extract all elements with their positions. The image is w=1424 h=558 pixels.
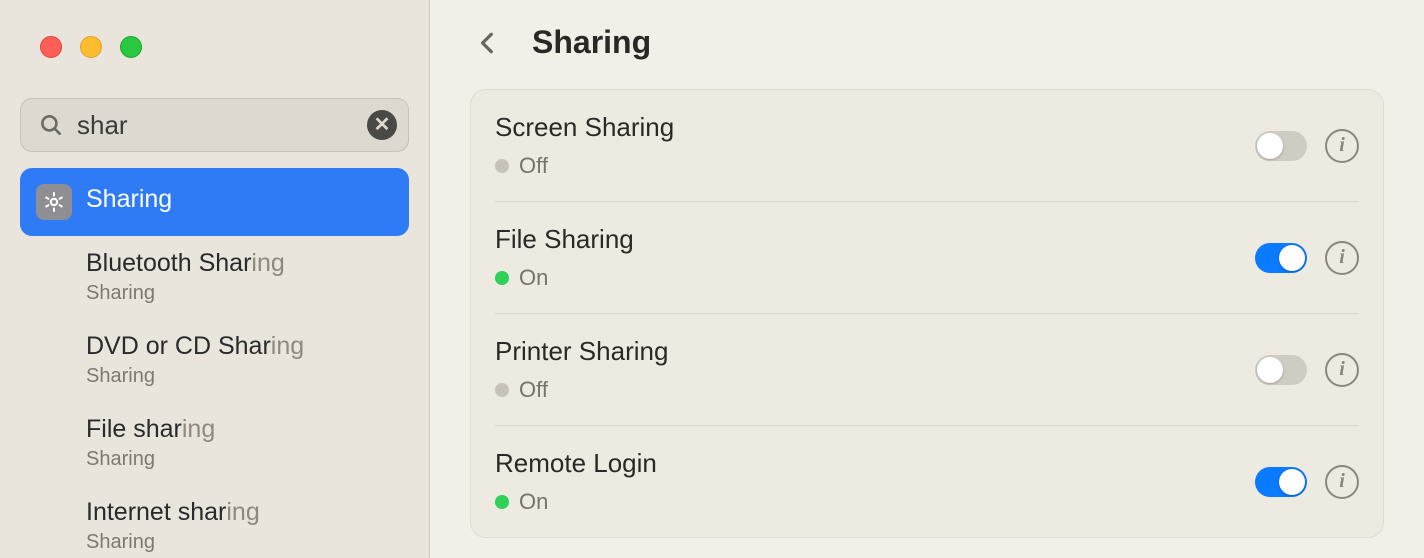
- result-title: Bluetooth Sharing: [86, 248, 285, 278]
- service-info-button[interactable]: i: [1325, 353, 1359, 387]
- service-toggle[interactable]: [1255, 467, 1307, 497]
- close-icon: ✕: [374, 115, 391, 135]
- search-result-item[interactable]: File sharing Sharing: [20, 402, 409, 485]
- result-text: Internet sharing Sharing: [86, 497, 260, 554]
- search-icon: [38, 112, 64, 138]
- service-name: File Sharing: [495, 224, 1255, 255]
- sharing-services-card: Screen SharingOffiFile SharingOniPrinter…: [470, 89, 1384, 538]
- window-close-button[interactable]: [40, 36, 62, 58]
- page-title: Sharing: [532, 24, 651, 61]
- main-header: Sharing: [430, 0, 1424, 89]
- service-info-button[interactable]: i: [1325, 241, 1359, 275]
- window-controls: [0, 0, 429, 58]
- service-row: Printer Sharing Off i: [495, 314, 1359, 426]
- service-info-button[interactable]: i: [1325, 129, 1359, 163]
- result-text: DVD or CD Sharing Sharing: [86, 331, 304, 388]
- service-status: Off: [495, 377, 1255, 403]
- search-result-item[interactable]: Internet sharing Sharing: [20, 485, 409, 558]
- service-row-left: Printer Sharing Off: [495, 336, 1255, 403]
- toggle-knob: [1279, 469, 1305, 495]
- status-label: Off: [519, 153, 548, 179]
- service-info-button[interactable]: i: [1325, 465, 1359, 499]
- result-subtitle: Sharing: [86, 531, 260, 554]
- result-text: File sharing Sharing: [86, 414, 215, 471]
- service-row: File Sharing On i: [495, 202, 1359, 314]
- status-label: On: [519, 489, 548, 515]
- sharing-icon: [36, 184, 72, 220]
- result-icon-slot: [36, 184, 72, 220]
- result-title: File sharing: [86, 414, 215, 444]
- info-icon: i: [1339, 246, 1345, 269]
- status-label: On: [519, 265, 548, 291]
- status-label: Off: [519, 377, 548, 403]
- service-toggle[interactable]: [1255, 355, 1307, 385]
- info-icon: i: [1339, 470, 1345, 493]
- result-text: Sharing: [86, 184, 172, 214]
- service-status: On: [495, 265, 1255, 291]
- result-title: Sharing: [86, 184, 172, 214]
- result-text: Bluetooth Sharing Sharing: [86, 248, 285, 305]
- status-dot-icon: [495, 271, 509, 285]
- service-row: Screen Sharing Off i: [495, 90, 1359, 202]
- result-subtitle: Sharing: [86, 448, 215, 471]
- result-subtitle: Sharing: [86, 282, 285, 305]
- search-result-item[interactable]: Bluetooth Sharing Sharing: [20, 236, 409, 319]
- window-minimize-button[interactable]: [80, 36, 102, 58]
- toggle-knob: [1279, 245, 1305, 271]
- chevron-left-icon: [475, 30, 501, 56]
- service-row-left: Screen Sharing Off: [495, 112, 1255, 179]
- search-result-item[interactable]: DVD or CD Sharing Sharing: [20, 319, 409, 402]
- info-icon: i: [1339, 358, 1345, 381]
- search-results-list: SharingBluetooth SharingSharingDVD or CD…: [0, 168, 429, 558]
- search-result-item[interactable]: Sharing: [20, 168, 409, 236]
- service-toggle[interactable]: [1255, 243, 1307, 273]
- window-zoom-button[interactable]: [120, 36, 142, 58]
- toggle-knob: [1257, 133, 1283, 159]
- status-dot-icon: [495, 383, 509, 397]
- search-input[interactable]: [20, 98, 409, 152]
- search-field-wrap: ✕: [20, 98, 409, 152]
- result-subtitle: Sharing: [86, 365, 304, 388]
- service-name: Remote Login: [495, 448, 1255, 479]
- service-toggle[interactable]: [1255, 131, 1307, 161]
- service-name: Printer Sharing: [495, 336, 1255, 367]
- sidebar: ✕ SharingBluetooth SharingSharingDVD or …: [0, 0, 430, 558]
- service-status: Off: [495, 153, 1255, 179]
- service-row-left: File Sharing On: [495, 224, 1255, 291]
- result-title: Internet sharing: [86, 497, 260, 527]
- info-icon: i: [1339, 134, 1345, 157]
- status-dot-icon: [495, 495, 509, 509]
- result-title: DVD or CD Sharing: [86, 331, 304, 361]
- clear-search-button[interactable]: ✕: [367, 110, 397, 140]
- service-row: Remote Login On i: [495, 426, 1359, 537]
- service-row-left: Remote Login On: [495, 448, 1255, 515]
- service-name: Screen Sharing: [495, 112, 1255, 143]
- toggle-knob: [1257, 357, 1283, 383]
- back-button[interactable]: [470, 25, 506, 61]
- status-dot-icon: [495, 159, 509, 173]
- service-status: On: [495, 489, 1255, 515]
- main-content: Sharing Screen Sharing Off i File Sharing On…: [430, 0, 1424, 558]
